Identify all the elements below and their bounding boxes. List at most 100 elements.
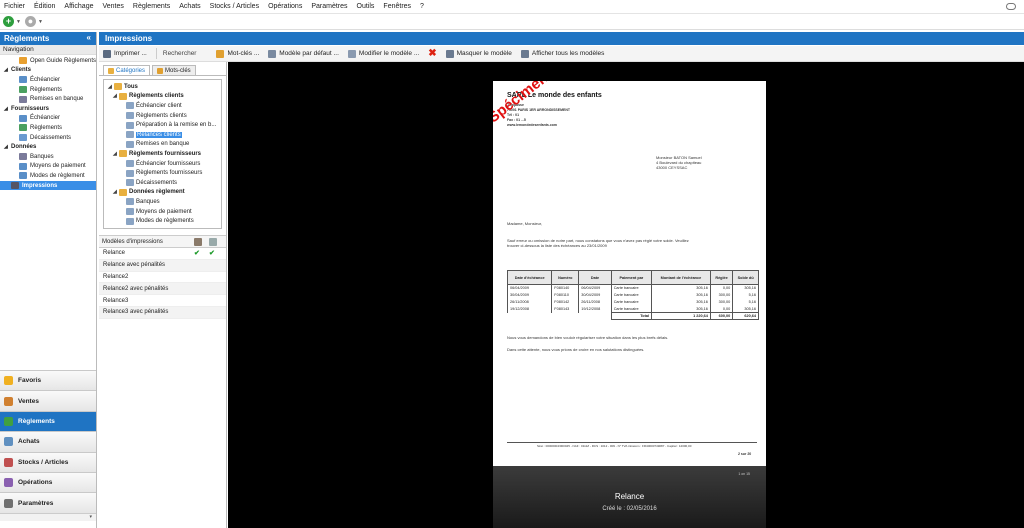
menu-item[interactable]: Paramètres: [311, 3, 347, 10]
category-item[interactable]: Échéancier fournisseurs: [104, 159, 221, 169]
category-item[interactable]: ◢ Règlements fournisseurs: [104, 149, 221, 159]
nav-tree-item[interactable]: Modes de règlement: [0, 171, 96, 181]
expand-icon[interactable]: ◢: [113, 151, 117, 157]
model-row[interactable]: Relance avec pénalités: [99, 259, 226, 272]
category-item[interactable]: Relances clients: [104, 130, 221, 140]
category-item[interactable]: ◢ Tous: [104, 82, 221, 92]
company-address-line: www.lemondedesenfants.com: [507, 123, 558, 127]
menu-item[interactable]: Édition: [34, 3, 55, 10]
bank-icon: [19, 153, 27, 161]
nav-tree-item[interactable]: Règlements: [0, 123, 96, 133]
menu-item[interactable]: Outils: [357, 3, 375, 10]
nav-tree-item[interactable]: Règlements: [0, 85, 96, 95]
expand-icon[interactable]: ◢: [113, 189, 117, 195]
category-item[interactable]: Moyens de paiement: [104, 207, 221, 217]
category-item[interactable]: Remises en banque: [104, 140, 221, 150]
category-item[interactable]: Banques: [104, 197, 221, 207]
chevron-down-icon[interactable]: ▼: [16, 19, 21, 25]
edit-model-button[interactable]: Modifier le modèle ...: [347, 49, 419, 58]
default-model-button[interactable]: Modèle par défaut ...: [268, 49, 339, 58]
module-button[interactable]: Favoris: [0, 370, 96, 391]
model-row[interactable]: Relance2 avec pénalités: [99, 283, 226, 296]
nav-tree-item[interactable]: Open Guide Règlements: [0, 56, 96, 66]
category-item[interactable]: Décaissements: [104, 178, 221, 188]
table-cell: 0,00: [709, 284, 734, 292]
model-row[interactable]: Relance2: [99, 272, 226, 284]
category-item[interactable]: ◢ Règlements clients: [104, 92, 221, 102]
module-button-label: Favoris: [18, 377, 42, 385]
category-item[interactable]: Échéancier client: [104, 101, 221, 111]
nav-tree-item[interactable]: ◢ Fournisseurs: [0, 104, 96, 114]
nav-tree-item[interactable]: ◢ Données: [0, 142, 96, 152]
nav-tree-label: Décaissements: [30, 134, 72, 141]
panel-title-text: Règlements: [4, 34, 50, 43]
expand-icon[interactable]: ◢: [4, 106, 8, 112]
chevron-down-icon[interactable]: ▼: [38, 19, 43, 25]
menu-item[interactable]: Fichier: [4, 3, 25, 10]
module-button-label: Achats: [18, 438, 40, 446]
search-button[interactable]: Rechercher: [163, 50, 197, 57]
print-preview: SARL Le monde des enfants 7 impasse 75001…: [228, 62, 1024, 528]
delete-icon[interactable]: ✖: [428, 48, 436, 59]
user-icon[interactable]: [194, 238, 202, 246]
nav-tree-label: Moyens de paiement: [30, 163, 86, 170]
page-number: 2 sur 20: [738, 452, 752, 456]
nav-tree-item[interactable]: Remises en banque: [0, 94, 96, 104]
category-item[interactable]: Règlements fournisseurs: [104, 168, 221, 178]
menu-item[interactable]: Achats: [179, 3, 200, 10]
model-title: Relance: [614, 492, 645, 501]
module-button[interactable]: Règlements: [0, 410, 96, 432]
module-button[interactable]: Achats: [0, 431, 96, 452]
module-button[interactable]: Ventes: [0, 390, 96, 411]
print-button[interactable]: Imprimer ...: [103, 49, 147, 58]
refresh-icon[interactable]: ●: [24, 16, 36, 27]
category-item[interactable]: ◢ Données règlement: [104, 188, 221, 198]
expand-icon[interactable]: ◢: [4, 144, 8, 150]
menu-item[interactable]: ?: [420, 3, 424, 10]
document-icon[interactable]: [209, 238, 217, 246]
module-button[interactable]: Opérations: [0, 471, 96, 493]
more-modules-icon[interactable]: ▾: [0, 512, 96, 521]
nav-tree-item[interactable]: Banques: [0, 152, 96, 162]
hide-model-button[interactable]: Masquer le modèle: [445, 49, 512, 58]
keywords-button[interactable]: Mot-clés ...: [216, 49, 259, 58]
menu-item[interactable]: Opérations: [268, 3, 302, 10]
tag-icon: [216, 49, 225, 58]
model-label: Relance3: [103, 297, 129, 304]
tab-keywords[interactable]: Mots-clés: [152, 65, 196, 75]
cloud-icon[interactable]: [1006, 3, 1016, 10]
menu-item[interactable]: Ventes: [102, 3, 123, 10]
settings-icon: [4, 498, 13, 508]
preview-page: SARL Le monde des enfants 7 impasse 75001…: [493, 81, 766, 466]
menu-item[interactable]: Affichage: [64, 3, 93, 10]
nav-tree-label: Échéancier: [30, 76, 61, 83]
category-item[interactable]: Modes de règlements: [104, 216, 221, 226]
menu-item[interactable]: Fenêtres: [383, 3, 411, 10]
module-button[interactable]: Stocks / Articles: [0, 451, 96, 472]
nav-tree-item[interactable]: Impressions: [0, 180, 96, 191]
content-title: Impressions: [99, 32, 1024, 45]
category-item[interactable]: Règlements clients: [104, 111, 221, 121]
expand-icon[interactable]: ◢: [108, 84, 112, 90]
expand-icon[interactable]: ◢: [113, 93, 117, 99]
show-all-models-button[interactable]: Afficher tous les modèles: [520, 49, 604, 58]
table-row: 06/04/2009 F080140 06/04/2009 Carte bancair…: [506, 284, 759, 292]
nav-tree-item[interactable]: Moyens de paiement: [0, 162, 96, 172]
expand-icon[interactable]: ◢: [4, 67, 8, 73]
nav-tree-item[interactable]: Échéancier: [0, 75, 96, 85]
tab-categories[interactable]: Catégories: [103, 65, 151, 75]
collapse-icon[interactable]: «: [87, 33, 91, 42]
nav-tree-item[interactable]: Échéancier: [0, 114, 96, 124]
model-row[interactable]: Relance ✔ ✔: [99, 248, 226, 260]
nav-tree-item[interactable]: Décaissements: [0, 133, 96, 143]
module-button[interactable]: Paramètres: [0, 492, 96, 513]
table-cell: 06/04/2009: [506, 284, 553, 292]
menu-item[interactable]: Stocks / Articles: [210, 3, 259, 10]
model-row[interactable]: Relance3: [99, 295, 226, 307]
add-icon[interactable]: +: [3, 16, 14, 27]
model-row[interactable]: Relance3 avec pénalités: [99, 306, 226, 319]
menu-item[interactable]: Règlements: [133, 3, 170, 10]
footer-legal: Siret : 00000004/000045 - NAF : 0111Z - …: [537, 444, 692, 448]
nav-tree-item[interactable]: ◢ Clients: [0, 66, 96, 76]
category-item[interactable]: Préparation à la remise en b...: [104, 120, 221, 130]
